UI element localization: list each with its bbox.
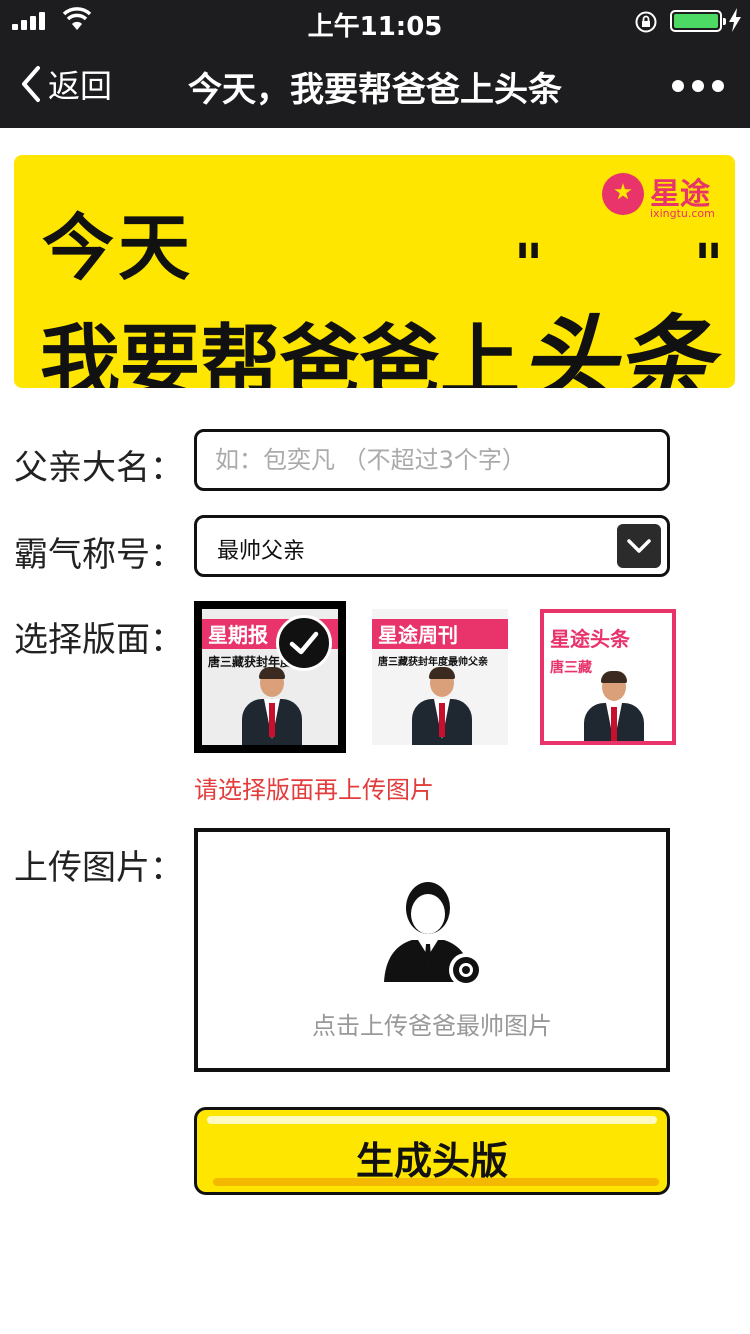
father-name-field [194, 429, 670, 491]
dot-icon [672, 80, 684, 92]
title-select[interactable]: 最帅父亲 [194, 515, 670, 577]
man-in-suit-photo [242, 667, 302, 745]
back-button[interactable]: 返回 [18, 62, 112, 106]
chevron-down-icon [627, 539, 651, 553]
father-name-input[interactable] [197, 432, 667, 488]
star-logo-icon [602, 173, 644, 215]
nav-bar: 返回 今天，我要帮爸爸上头条 [0, 40, 750, 128]
page-title: 今天，我要帮爸爸上头条 [188, 70, 562, 110]
upload-area[interactable]: 点击上传爸爸最帅图片 [194, 828, 670, 1072]
banner-line2: 我要帮爸爸上头条 [40, 279, 712, 388]
upload-hint: 点击上传爸爸最帅图片 [312, 1012, 552, 1040]
brand-url: ixingtu.com [650, 207, 715, 220]
father-name-label: 父亲大名： [14, 448, 184, 488]
man-in-suit-photo [412, 667, 472, 745]
charging-icon [729, 8, 741, 32]
quote-mark-open: " [514, 233, 544, 298]
dot-icon [712, 80, 724, 92]
quote-mark-close: " [694, 233, 724, 298]
user-upload-icon [384, 882, 483, 987]
battery-icon [670, 10, 726, 32]
layout-thumbnail: 星途头条 唐三藏 [540, 609, 676, 745]
thumb-masthead: 星途周刊 [372, 619, 508, 649]
banner-line2-prefix: 我要帮爸爸上 [40, 316, 520, 388]
dropdown-toggle[interactable] [617, 524, 661, 568]
generate-front-page-button[interactable]: 生成头版 [194, 1107, 670, 1195]
thumb-masthead: 星途头条 [550, 627, 630, 651]
layout-option-1[interactable]: 星期报 唐三藏获封年度 [194, 601, 346, 753]
banner-highlight: 头条 [520, 305, 712, 388]
upload-label: 上传图片： [14, 848, 184, 888]
rotation-lock-icon [635, 11, 657, 33]
back-label: 返回 [48, 67, 113, 105]
layout-option-3[interactable]: 星途头条 唐三藏 [532, 601, 684, 753]
layout-warning: 请选择版面再上传图片 [194, 776, 434, 804]
more-menu-button[interactable] [672, 80, 724, 92]
layout-label: 选择版面： [14, 620, 184, 660]
dot-icon [692, 80, 704, 92]
brand-logo: 星途 ixingtu.com [602, 167, 724, 227]
generate-button-label: 生成头版 [355, 1139, 508, 1183]
layout-thumbnail: 星途周刊 唐三藏获封年度最帅父亲 [372, 609, 508, 745]
man-in-suit-photo [584, 671, 644, 741]
checkmark-icon [276, 615, 332, 671]
hero-banner: 星途 ixingtu.com 今天 我要帮爸爸上头条 " " [14, 155, 735, 388]
chevron-left-icon [22, 66, 40, 102]
title-select-value: 最帅父亲 [217, 539, 306, 564]
thumb-headline: 唐三藏获封年度最帅父亲 [378, 657, 488, 668]
title-label: 霸气称号： [14, 535, 184, 575]
layout-option-2[interactable]: 星途周刊 唐三藏获封年度最帅父亲 [364, 601, 516, 753]
status-bar: 上午11:05 [0, 0, 750, 42]
